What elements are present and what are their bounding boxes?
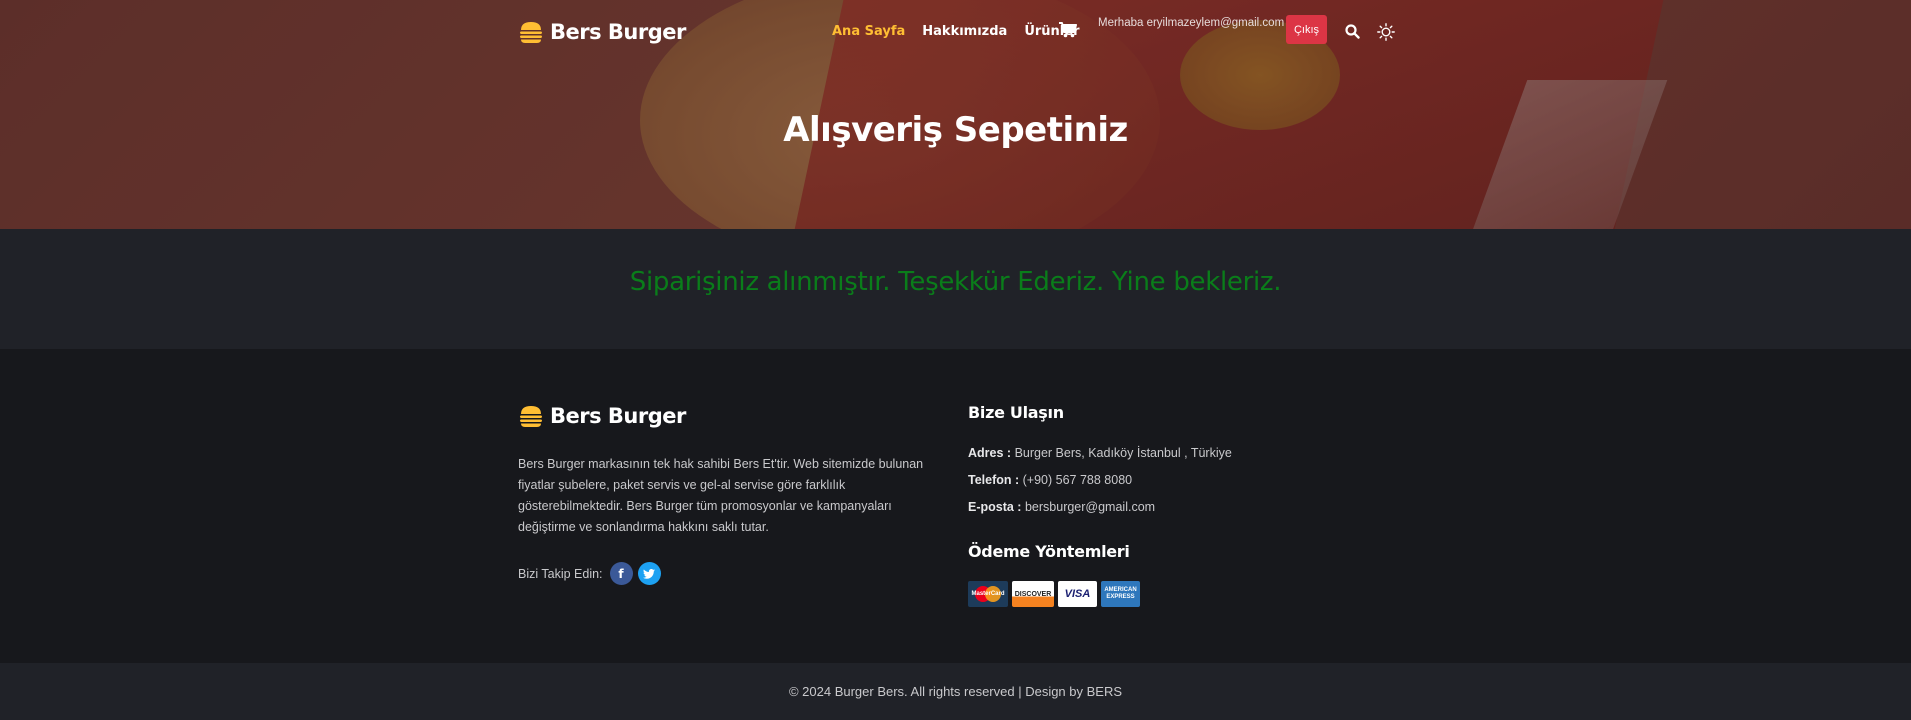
footer-about-text: Bers Burger markasının tek hak sahibi Be… [518, 457, 924, 534]
amex-icon: AMERICAN EXPRESS [1101, 581, 1140, 607]
footer-brand-name: Bers Burger [550, 404, 686, 428]
burger-icon [520, 406, 542, 427]
contact-address: Adres : Burger Bers, Kadıköy İstanbul , … [968, 446, 1232, 460]
payment-heading: Ödeme Yöntemleri [968, 542, 1130, 561]
nav-link-home[interactable]: Ana Sayfa [832, 24, 905, 39]
twitter-icon[interactable] [637, 562, 661, 585]
main-nav: Ana Sayfa Hakkımızda Ürünler [832, 24, 1079, 39]
contact-heading: Bize Ulaşın [968, 403, 1064, 422]
facebook-icon[interactable]: f [609, 562, 633, 585]
navbar-logo[interactable]: Bers Burger [518, 19, 686, 45]
search-icon[interactable] [1345, 24, 1360, 39]
cart-icon[interactable] [1059, 22, 1077, 38]
order-success-message: Siparişiniz alınmıştır. Teşekkür Ederiz.… [629, 267, 1282, 297]
burger-icon [520, 22, 542, 43]
footer [0, 349, 1911, 663]
visa-icon: VISA [1058, 581, 1097, 607]
social-follow: Bizi Takip Edin: f [518, 562, 661, 585]
follow-label: Bizi Takip Edin: [518, 566, 603, 581]
brand-name: Bers Burger [550, 20, 686, 44]
copyright-text: © 2024 Burger Bers. All rights reserved … [788, 684, 1123, 699]
nav-link-about[interactable]: Hakkımızda [922, 24, 1007, 39]
discover-icon: DISCOVER [1012, 581, 1054, 607]
sun-icon[interactable] [1377, 23, 1395, 41]
contact-phone: Telefon : (+90) 567 788 8080 [968, 473, 1133, 487]
footer-logo[interactable]: Bers Burger [518, 403, 686, 429]
user-greeting: Merhaba eryilmazeylem@gmail.com [1098, 17, 1285, 29]
mastercard-icon: MasterCard [968, 581, 1008, 607]
contact-email: E-posta : bersburger@gmail.com [968, 500, 1156, 514]
page-title: Alışveriş Sepetiniz [783, 110, 1128, 150]
logout-button[interactable]: Çıkış [1286, 15, 1327, 44]
payment-methods: MasterCard DISCOVER VISA AMERICAN EXPRES… [968, 581, 1140, 607]
